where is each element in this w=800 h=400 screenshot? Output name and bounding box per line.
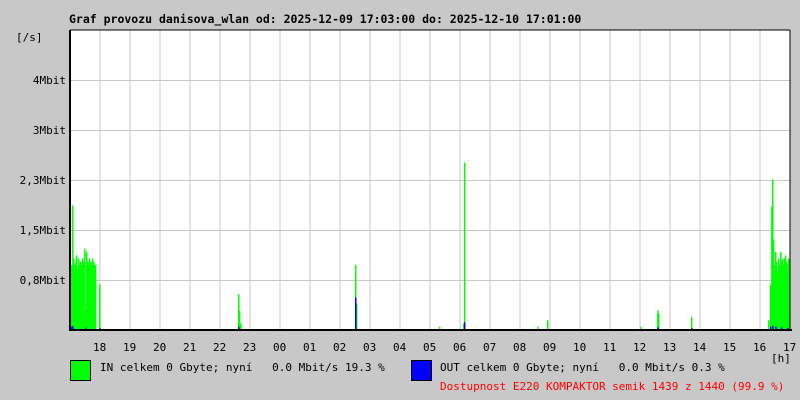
plot-area [69,29,792,331]
x-tick-label: 22 [213,341,227,354]
x-tick-label: 16 [753,341,767,354]
x-tick-label: 11 [603,341,617,354]
out-legend-swatch [411,360,432,381]
y-tick-label: 0,8Mbit [19,273,66,287]
x-tick-label: 08 [513,341,527,354]
in-bar [768,320,770,330]
out-bar [355,297,357,330]
in-bar [547,320,549,330]
x-tick-label: 04 [393,341,407,354]
x-tick-label: 07 [483,341,497,354]
in-bar [94,265,97,330]
x-tick-label: 00 [273,341,287,354]
x-tick-label: 18 [93,341,107,354]
x-tick-label: 01 [303,341,317,354]
in-legend-swatch [70,360,91,381]
x-tick-label: 05 [423,341,437,354]
in-legend-text: IN celkem 0 Gbyte; nyní 0.0 Mbit/s 19.3 … [100,361,385,374]
x-tick-label: 19 [123,341,137,354]
y-tick-label: 4Mbit [32,73,66,87]
y-tick-label: 1,5Mbit [19,223,66,237]
traffic-graph: Graf provozu danisova_wlan od: 2025-12-0… [0,0,800,400]
x-tick-label: 23 [243,341,257,354]
x-tick-label: 21 [183,341,197,354]
out-bar [463,322,466,330]
x-tick-label: 20 [153,341,167,354]
x-tick-label: 10 [573,341,587,354]
y-tick-label: 3Mbit [32,123,66,137]
x-tick-label: 09 [543,341,557,354]
x-tick-label: 02 [333,341,347,354]
x-tick-label: 13 [663,341,677,354]
in-bar [99,284,101,330]
in-bar [463,162,466,330]
y-tick-label: 2,3Mbit [19,173,66,187]
x-tick-label: 15 [723,341,737,354]
x-tick-label: 12 [633,341,647,354]
x-tick-label: 03 [363,341,377,354]
availability-text: Dostupnost E220 KOMPAKTOR semik 1439 z 1… [440,380,785,393]
x-tick-label: 17 [783,341,797,354]
x-tick-label: 14 [693,341,707,354]
x-tick-label: 06 [453,341,467,354]
out-legend-text: OUT celkem 0 Gbyte; nyní 0.0 Mbit/s 0.3 … [440,361,725,374]
